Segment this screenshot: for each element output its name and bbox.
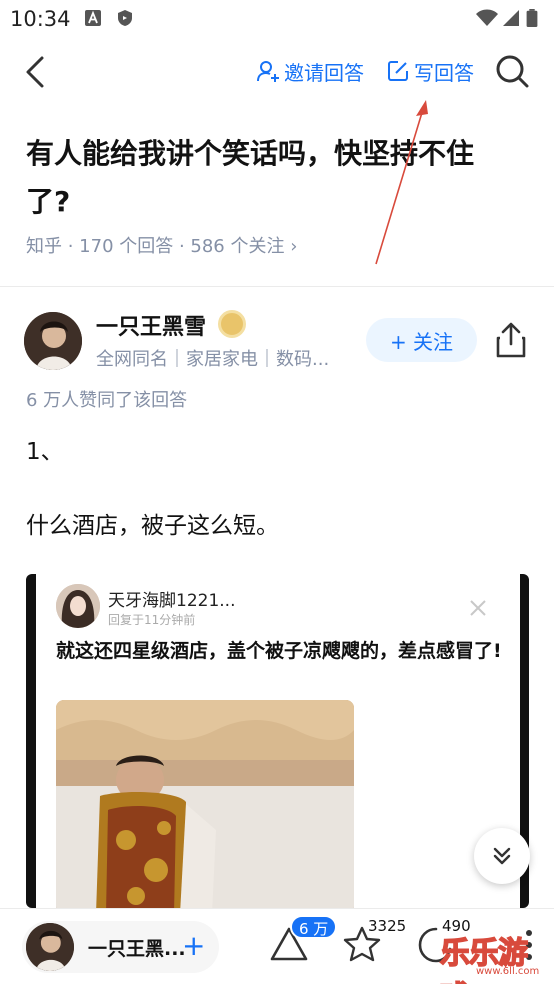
write-answer-button[interactable]: 写回答 [386,56,474,86]
hotel-bed-photo [56,700,354,908]
author-name[interactable]: 一只王黑雪 [96,309,206,341]
pill-author-name: 一只王黑... [88,938,186,960]
author-bio: 全网同名｜家居家电｜数码... [96,349,330,370]
answer-image[interactable]: 天牙海脚1221... 回复于11分钟前 就这还四星级酒店，盖个被子凉飕飕的，差… [26,574,529,908]
add-user-icon [257,61,279,82]
chevron-double-down-icon [493,847,511,865]
annotation-arrow [375,100,428,265]
status-time: 10:34 [10,7,71,31]
edit-icon [388,61,408,81]
embedded-time: 回复于11分钟前 [108,613,196,627]
avatar[interactable] [24,312,82,370]
shield-icon [118,10,132,26]
embedded-avatar [56,584,100,628]
avatar [26,923,74,971]
write-answer-label: 写回答 [414,60,474,85]
favorite-count: 3325 [368,917,407,935]
invite-answer-button[interactable]: 邀请回答 [256,56,364,86]
author-pill[interactable]: 一只王黑... + [22,921,219,973]
share-icon[interactable] [492,320,530,360]
close-icon [470,600,486,616]
embedded-username: 天牙海脚1221... [108,591,236,611]
embedded-post: 天牙海脚1221... 回复于11分钟前 就这还四星级酒店，盖个被子凉飕飕的，差… [36,574,520,908]
next-answer-button[interactable] [474,828,530,884]
watermark-url: www.6ll.com [476,966,540,977]
top-bar: 邀请回答 写回答 [0,40,554,104]
agree-count: 6 万人赞同了该回答 [26,390,188,411]
font-app-icon [85,10,101,26]
answer-paragraph: 1、 [26,439,64,465]
back-icon[interactable] [18,52,54,92]
follow-button[interactable]: + 关注 [366,318,477,362]
answer-paragraph: 什么酒店，被子这么短。 [26,513,279,539]
divider [0,286,554,287]
vote-count-badge: 6 万 [290,915,338,939]
embedded-text: 就这还四星级酒店，盖个被子凉飕飕的，差点感冒了! [56,640,502,662]
battery-icon [526,9,538,27]
pill-follow-button[interactable]: + [182,929,205,962]
question-meta[interactable]: 知乎 · 170 个回答 · 586 个关注 › [26,232,297,258]
invite-answer-label: 邀请回答 [284,60,364,85]
badge-icon [218,310,246,338]
search-icon[interactable] [494,53,530,89]
wifi-icon [476,9,498,26]
signal-icon [503,10,519,26]
status-bar: 10:34 [0,0,554,38]
